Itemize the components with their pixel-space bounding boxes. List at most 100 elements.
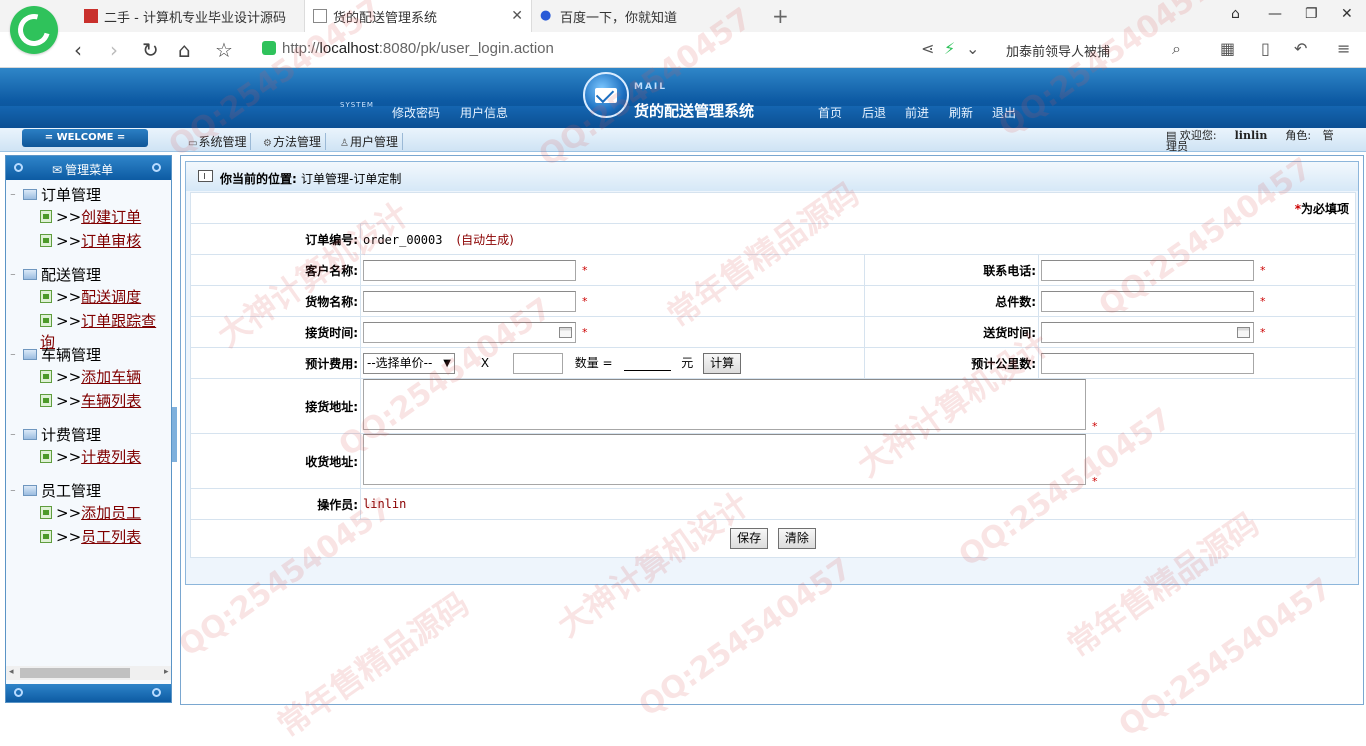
document-icon <box>40 314 52 327</box>
item-prefix: >> <box>56 288 82 306</box>
save-button[interactable]: 保存 <box>730 528 769 549</box>
maximize-icon[interactable]: ❐ <box>1305 6 1318 22</box>
quantity-label: 数量 = <box>574 355 613 370</box>
sidebar-item-add-vehicle[interactable]: >>添加车辆 <box>40 366 141 387</box>
goods-name-input[interactable] <box>363 290 576 312</box>
phone-input[interactable] <box>1041 259 1254 281</box>
item-link[interactable]: 配送调度 <box>81 288 141 306</box>
lightning-icon[interactable]: ⚡ <box>944 39 955 58</box>
item-prefix: >> <box>56 504 82 522</box>
document-icon <box>40 234 52 247</box>
logo-word: MAIL <box>634 82 668 92</box>
home-icon[interactable]: ⌂ <box>178 38 191 62</box>
pickup-address-textarea[interactable] <box>363 379 1086 430</box>
item-link[interactable]: 车辆列表 <box>81 392 141 410</box>
browser-tab-1[interactable]: 二手 - 计算机专业毕业设计源码 <box>76 0 304 32</box>
forward-link[interactable]: 前进 <box>905 104 929 121</box>
item-prefix: >> <box>56 448 82 466</box>
refresh-link[interactable]: 刷新 <box>949 104 973 121</box>
apps-grid-icon[interactable]: ▦ <box>1220 39 1235 58</box>
username: linlin <box>1234 129 1268 142</box>
item-prefix: >> <box>56 232 82 250</box>
user-info-link[interactable]: 用户信息 <box>460 104 508 121</box>
sidebar-splitter-handle[interactable] <box>172 407 177 462</box>
forward-icon[interactable]: › <box>110 38 118 62</box>
logout-link[interactable]: 退出 <box>992 104 1016 121</box>
pickup-time-input[interactable] <box>363 321 576 343</box>
scroll-left-icon[interactable]: ◂ <box>9 667 14 677</box>
required-star: * <box>582 325 588 339</box>
search-icon[interactable]: ⌕ <box>1172 39 1181 59</box>
sidebar-item-create-order[interactable]: >>创建订单 <box>40 206 141 227</box>
chevron-down-icon[interactable]: ⌄ <box>966 39 979 58</box>
sidebar-horizontal-scrollbar[interactable]: ◂ ▸ <box>6 666 171 680</box>
sidebar-header: ✉ 管理菜单 <box>6 156 171 180</box>
sidebar-group-staff[interactable]: ⁻ 员工管理 <box>10 480 101 501</box>
receive-address-cell: * <box>360 433 1356 489</box>
cost-cell: --选择单价-- ▼ X 数量 = 元 计算 <box>360 347 865 379</box>
km-input[interactable] <box>1041 352 1254 374</box>
shirt-icon[interactable]: ⌂ <box>1231 6 1240 22</box>
item-link[interactable]: 添加员工 <box>81 504 141 522</box>
home-link[interactable]: 首页 <box>818 104 842 121</box>
cost-label: 预计费用: <box>190 347 361 379</box>
item-link[interactable]: 员工列表 <box>81 528 141 546</box>
item-link[interactable]: 计费列表 <box>81 448 141 466</box>
menu-method-management[interactable]: ⚙方法管理 <box>259 133 326 150</box>
sidebar-group-delivery[interactable]: ⁻ 配送管理 <box>10 264 101 285</box>
quantity-input[interactable] <box>512 352 563 374</box>
browser-tab-2-active[interactable]: 货的配送管理系统 ✕ <box>304 0 532 32</box>
browser-tab-3[interactable]: ● 百度一下，你就知道 <box>532 0 764 32</box>
breadcrumb-text: 你当前的位置: 订单管理-订单定制 <box>220 170 401 187</box>
monitor-icon: ▭ <box>188 138 198 149</box>
reload-icon[interactable]: ↻ <box>142 38 159 62</box>
new-tab-button[interactable]: + <box>772 4 789 28</box>
order-form-table: *为必填项 订单编号: order_00003 (自动生成) 客户名称: * 联系… <box>190 192 1356 558</box>
hot-search-text[interactable]: 加泰前领导人被捕 <box>1006 41 1110 60</box>
item-link[interactable]: 订单审核 <box>81 232 141 250</box>
calculate-button[interactable]: 计算 <box>703 352 742 374</box>
menu-system-management[interactable]: ▭系统管理 <box>184 133 252 150</box>
menu-icon[interactable]: ≡ <box>1337 39 1350 58</box>
favorite-star-icon[interactable]: ☆ <box>215 38 233 62</box>
sidebar-group-order[interactable]: ⁻ 订单管理 <box>10 184 101 205</box>
scrollbar-thumb[interactable] <box>20 668 130 678</box>
sidebar-item-dispatch[interactable]: >>配送调度 <box>40 286 141 307</box>
url-host: localhost <box>319 40 379 57</box>
clear-button[interactable]: 清除 <box>777 528 816 549</box>
pickup-address-cell: * <box>360 378 1356 434</box>
sidebar-item-add-staff[interactable]: >>添加员工 <box>40 502 141 523</box>
sidebar-item-order-review[interactable]: >>订单审核 <box>40 230 141 251</box>
sidebar-group-vehicle[interactable]: ⁻ 车辆管理 <box>10 344 101 365</box>
back-link[interactable]: 后退 <box>862 104 886 121</box>
sidebar-item-staff-list[interactable]: >>员工列表 <box>40 526 141 547</box>
item-link[interactable]: 添加车辆 <box>81 368 141 386</box>
close-window-icon[interactable]: ✕ <box>1341 6 1353 22</box>
url-field[interactable]: http://localhost:8080/pk/user_login.acti… <box>262 40 554 57</box>
bookmark-icon[interactable]: ▯ <box>1261 39 1270 58</box>
menu-user-management[interactable]: ♙用户管理 <box>336 133 403 150</box>
total-count-input[interactable] <box>1041 290 1254 312</box>
customer-name-input[interactable] <box>363 259 576 281</box>
receive-address-textarea[interactable] <box>363 434 1086 485</box>
change-password-link[interactable]: 修改密码 <box>392 104 440 121</box>
role-value-part: 管 <box>1322 129 1334 142</box>
calendar-icon[interactable] <box>1237 326 1250 338</box>
sidebar-group-billing[interactable]: ⁻ 计费管理 <box>10 424 101 445</box>
close-tab-icon[interactable]: ✕ <box>511 8 523 24</box>
receive-address-label: 收货地址: <box>190 433 361 489</box>
scroll-right-icon[interactable]: ▸ <box>164 667 169 677</box>
minimize-icon[interactable]: — <box>1268 6 1282 22</box>
share-icon[interactable]: ⋖ <box>921 39 934 58</box>
url-path: :8080/pk/user_login.action <box>378 40 554 57</box>
breadcrumb-path: 订单管理-订单定制 <box>301 172 402 186</box>
unit-price-select[interactable]: --选择单价-- ▼ <box>363 352 455 374</box>
back-icon[interactable]: ‹ <box>74 38 82 62</box>
calendar-icon[interactable] <box>559 326 572 338</box>
delivery-time-input[interactable] <box>1041 321 1254 343</box>
required-star: * <box>582 294 588 308</box>
item-link[interactable]: 创建订单 <box>81 208 141 226</box>
sidebar-item-billing-list[interactable]: >>计费列表 <box>40 446 141 467</box>
undo-icon[interactable]: ↶ <box>1294 39 1307 58</box>
sidebar-item-vehicle-list[interactable]: >>车辆列表 <box>40 390 141 411</box>
